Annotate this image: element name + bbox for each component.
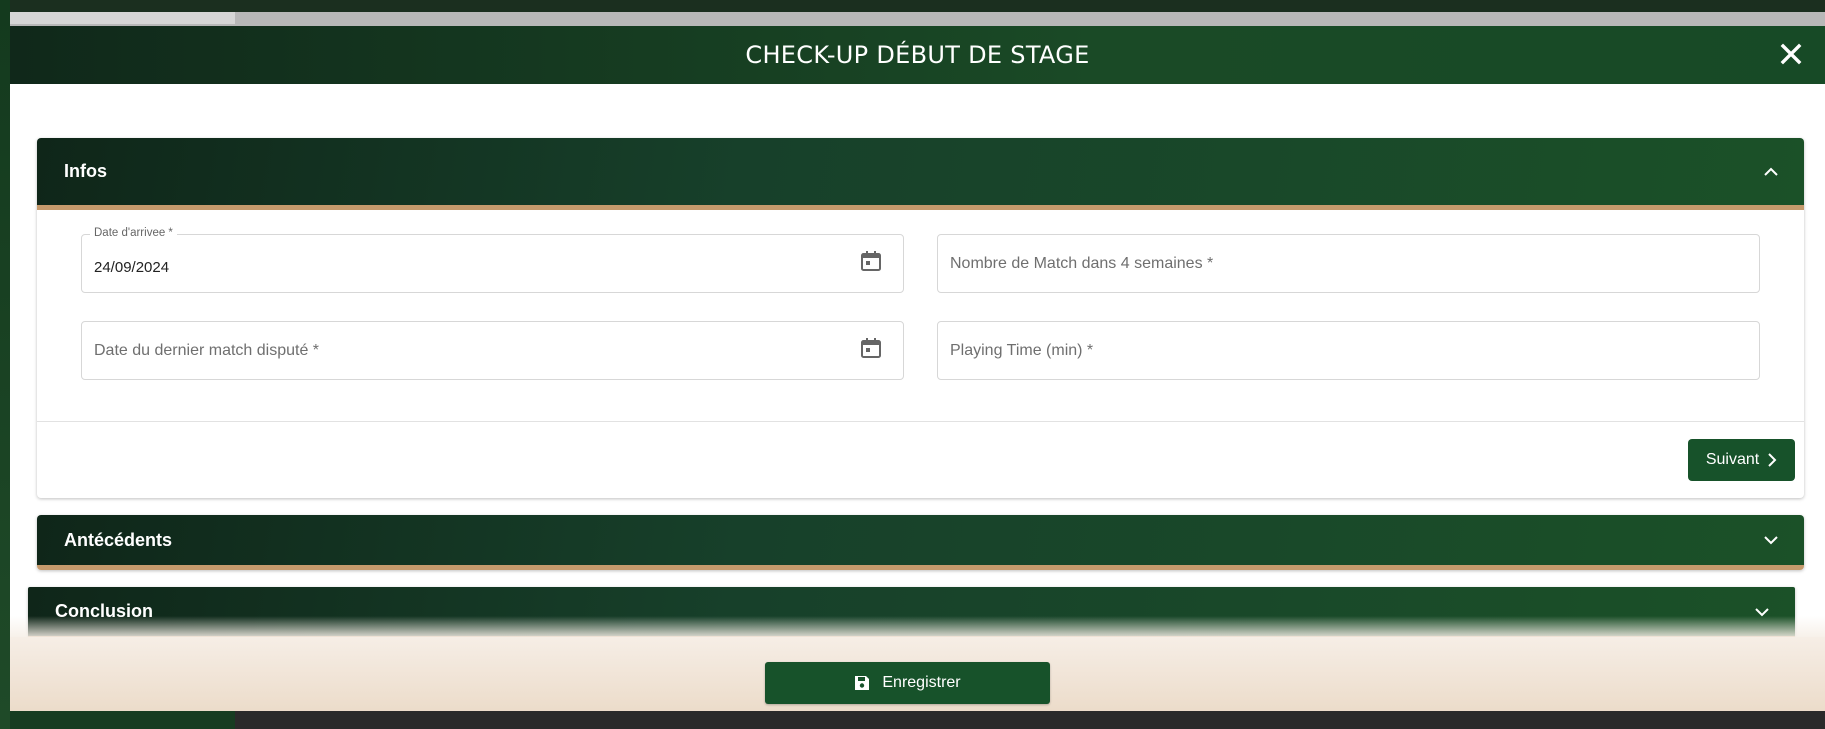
date-arrivee-label: Date d'arrivee * — [90, 227, 177, 239]
background-scrollbar-thumb — [10, 12, 235, 24]
infos-form: Date d'arrivee * 24/09/2024 Nombre de Ma… — [37, 210, 1804, 422]
chevron-down-icon — [1760, 529, 1782, 551]
nombre-match-placeholder: Nombre de Match dans 4 semaines * — [950, 255, 1214, 272]
playing-time-placeholder: Playing Time (min) * — [950, 342, 1094, 359]
panel-antecedents-title: Antécédents — [64, 529, 173, 550]
next-button-label: Suivant — [1705, 451, 1760, 468]
checkup-modal: CHECK-UP DÉBUT DE STAGE Infos Date d'arr… — [10, 26, 1825, 711]
save-icon — [855, 676, 870, 690]
panel-infos: Infos Date d'arrivee * 24/09/2024 Nombre… — [37, 138, 1804, 498]
modal-title: CHECK-UP DÉBUT DE STAGE — [745, 41, 1090, 69]
background-scrollbar — [10, 12, 1825, 26]
calendar-icon[interactable] — [859, 249, 883, 273]
panel-infos-header[interactable]: Infos — [37, 138, 1804, 210]
close-button[interactable] — [1775, 38, 1807, 70]
chevron-right-icon — [1768, 453, 1777, 467]
chevron-up-icon — [1760, 161, 1782, 183]
next-button[interactable]: Suivant — [1688, 439, 1795, 481]
panel-infos-title: Infos — [64, 161, 107, 181]
modal-header: CHECK-UP DÉBUT DE STAGE — [10, 26, 1825, 84]
close-icon — [1780, 43, 1802, 65]
date-arrivee-value: 24/09/2024 — [94, 259, 170, 276]
save-button[interactable]: Enregistrer — [765, 662, 1050, 704]
background-app-left — [0, 0, 10, 729]
save-button-label: Enregistrer — [882, 674, 961, 691]
panel-antecedents: Antécédents — [37, 515, 1804, 570]
date-dernier-match-field[interactable]: Date du dernier match disputé * — [81, 321, 904, 380]
background-sidebar-bottom — [10, 710, 235, 729]
date-dernier-match-placeholder: Date du dernier match disputé * — [94, 342, 320, 359]
background-app-top — [10, 0, 1825, 26]
background-app-bottom — [10, 710, 1825, 729]
date-arrivee-field[interactable]: Date d'arrivee * 24/09/2024 — [81, 227, 904, 293]
calendar-icon[interactable] — [859, 336, 883, 360]
infos-actions: Suivant — [37, 422, 1804, 498]
playing-time-field[interactable]: Playing Time (min) * — [937, 321, 1760, 380]
panel-antecedents-header[interactable]: Antécédents — [37, 515, 1804, 570]
nombre-match-field[interactable]: Nombre de Match dans 4 semaines * — [937, 234, 1760, 293]
